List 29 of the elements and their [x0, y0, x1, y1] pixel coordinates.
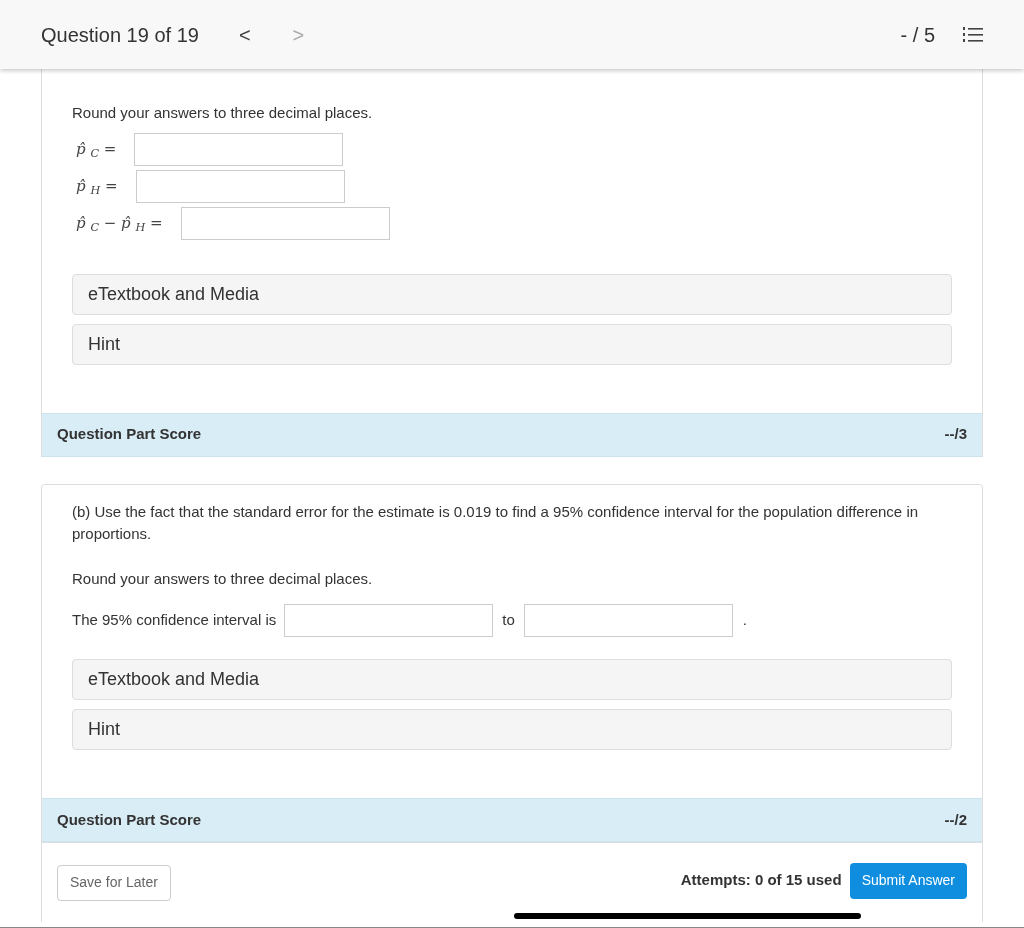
math-label: p̂ $_{H}$ = [75, 175, 119, 198]
resource-button[interactable]: Hint [72, 323, 952, 365]
instruction-text: Round your answers to three decimal places. [71, 568, 374, 589]
instruction-text: Round your answers to three decimal places. [71, 103, 374, 123]
question-title: Question 19 of 19 [41, 22, 199, 48]
part-score: --/3 [944, 424, 967, 445]
answer-field[interactable] [180, 206, 390, 240]
score-label: Question Part Score [57, 809, 202, 830]
math-label: p̂ $_{C}$ − p̂ $_{H}$ = [75, 212, 164, 235]
save-button[interactable]: Save for Later [57, 864, 171, 901]
interval-label: The 95% confidence interval is [72, 610, 277, 631]
resource-button[interactable]: eTextbook and Media [72, 273, 952, 315]
list-icon[interactable] [963, 25, 983, 44]
resource-button[interactable]: Hint [72, 709, 952, 750]
answer-field[interactable] [523, 604, 733, 637]
answer-field[interactable] [134, 132, 344, 166]
submit-button[interactable]: Submit Answer [849, 862, 967, 899]
score-label: Question Part Score [57, 424, 202, 445]
question-text: (b) Use the fact that the standard error for the estimate is 0.019 to find a 95% confidence interval for the population difference in proportions. [71, 501, 920, 544]
period-text: . [742, 610, 747, 631]
attempts-text: Attempts: 0 of 15 used [680, 870, 842, 891]
math-label: p̂ $_{C}$ = [75, 138, 118, 161]
answer-field[interactable] [135, 169, 345, 203]
answer-field[interactable] [284, 604, 494, 637]
score-text: - / 5 [900, 22, 935, 48]
previous-button[interactable]: < [234, 19, 255, 50]
resource-button[interactable]: eTextbook and Media [72, 659, 952, 700]
to-text: to [501, 610, 516, 631]
part-score: --/2 [944, 809, 967, 830]
